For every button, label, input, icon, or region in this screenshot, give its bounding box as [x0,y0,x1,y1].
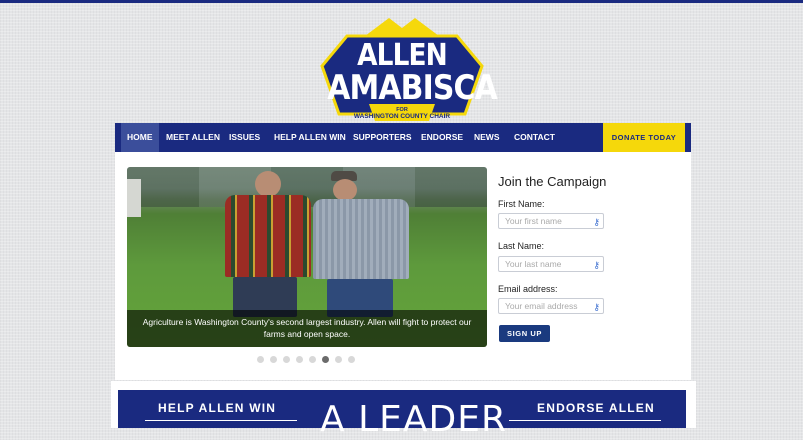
slider-dot-4[interactable] [296,356,303,363]
image-slider[interactable]: Agriculture is Washington County's secon… [127,167,487,347]
logo-tagline-county: WASHINGTON COUNTY [353,113,428,120]
email-field[interactable]: Your email address ⚷ [498,298,604,314]
nav-meet-allen[interactable]: MEET ALLEN [166,123,220,152]
nav-contact[interactable]: CONTACT [514,123,555,152]
last-name-field[interactable]: Your last name ⚷ [498,256,604,272]
nav-endorse[interactable]: ENDORSE [421,123,463,152]
leader-headline: A LEADER [320,399,507,440]
slider-dot-5[interactable] [309,356,316,363]
email-label: Email address: [498,284,558,294]
slide-photo-man-left-shirt [225,195,311,277]
first-name-field[interactable]: Your first name ⚷ [498,213,604,229]
slider-dot-7[interactable] [335,356,342,363]
campaign-logo[interactable]: ALLEN AMABISCA FOR WASHINGTON COUNTY CHA… [317,14,498,122]
donate-today-button[interactable]: DONATE TODAY [603,123,685,152]
slide-caption: Agriculture is Washington County's secon… [127,310,487,347]
slider-dot-8[interactable] [348,356,355,363]
first-name-label: First Name: [498,199,545,209]
slide-caption-line2: farms and open space. [263,329,351,339]
slider-dot-3[interactable] [283,356,290,363]
slide-caption-line1: Agriculture is Washington County's secon… [142,317,472,327]
nav-supporters[interactable]: SUPPORTERS [353,123,412,152]
endorse-allen-underline [509,420,661,421]
logo-name-last: AMABISCA [327,68,498,108]
logo-tagline-office: WASHINGTON COUNTY CHAIR [317,113,487,120]
key-icon: ⚷ [593,302,600,312]
sign-up-button[interactable]: SIGN UP [499,325,550,342]
help-allen-win-underline [145,420,297,421]
first-name-placeholder: Your first name [505,216,562,226]
nav-home[interactable]: HOME [121,123,159,152]
slide-photo-man-left-head [255,171,281,197]
slider-dot-6[interactable] [322,356,329,363]
form-title: Join the Campaign [498,174,607,189]
help-allen-win-link[interactable]: HELP ALLEN WIN [158,401,276,415]
last-name-placeholder: Your last name [505,259,562,269]
key-icon: ⚷ [593,260,600,270]
endorse-allen-link[interactable]: ENDORSE ALLEN [537,401,655,415]
nav-edge [685,123,691,152]
slider-dot-1[interactable] [257,356,264,363]
nav-issues[interactable]: ISSUES [229,123,260,152]
slider-dot-2[interactable] [270,356,277,363]
last-name-label: Last Name: [498,241,545,251]
email-placeholder: Your email address [505,301,578,311]
slide-photo-barn [127,179,141,217]
slide-photo-man-right-head [333,179,357,201]
logo-tagline-chair: CHAIR [429,113,451,120]
nav-help-allen-win[interactable]: HELP ALLEN WIN [274,123,346,152]
top-accent-line [0,0,803,3]
key-icon: ⚷ [593,217,600,227]
nav-news[interactable]: NEWS [474,123,500,152]
slide-photo-man-right-shirt [313,199,409,279]
